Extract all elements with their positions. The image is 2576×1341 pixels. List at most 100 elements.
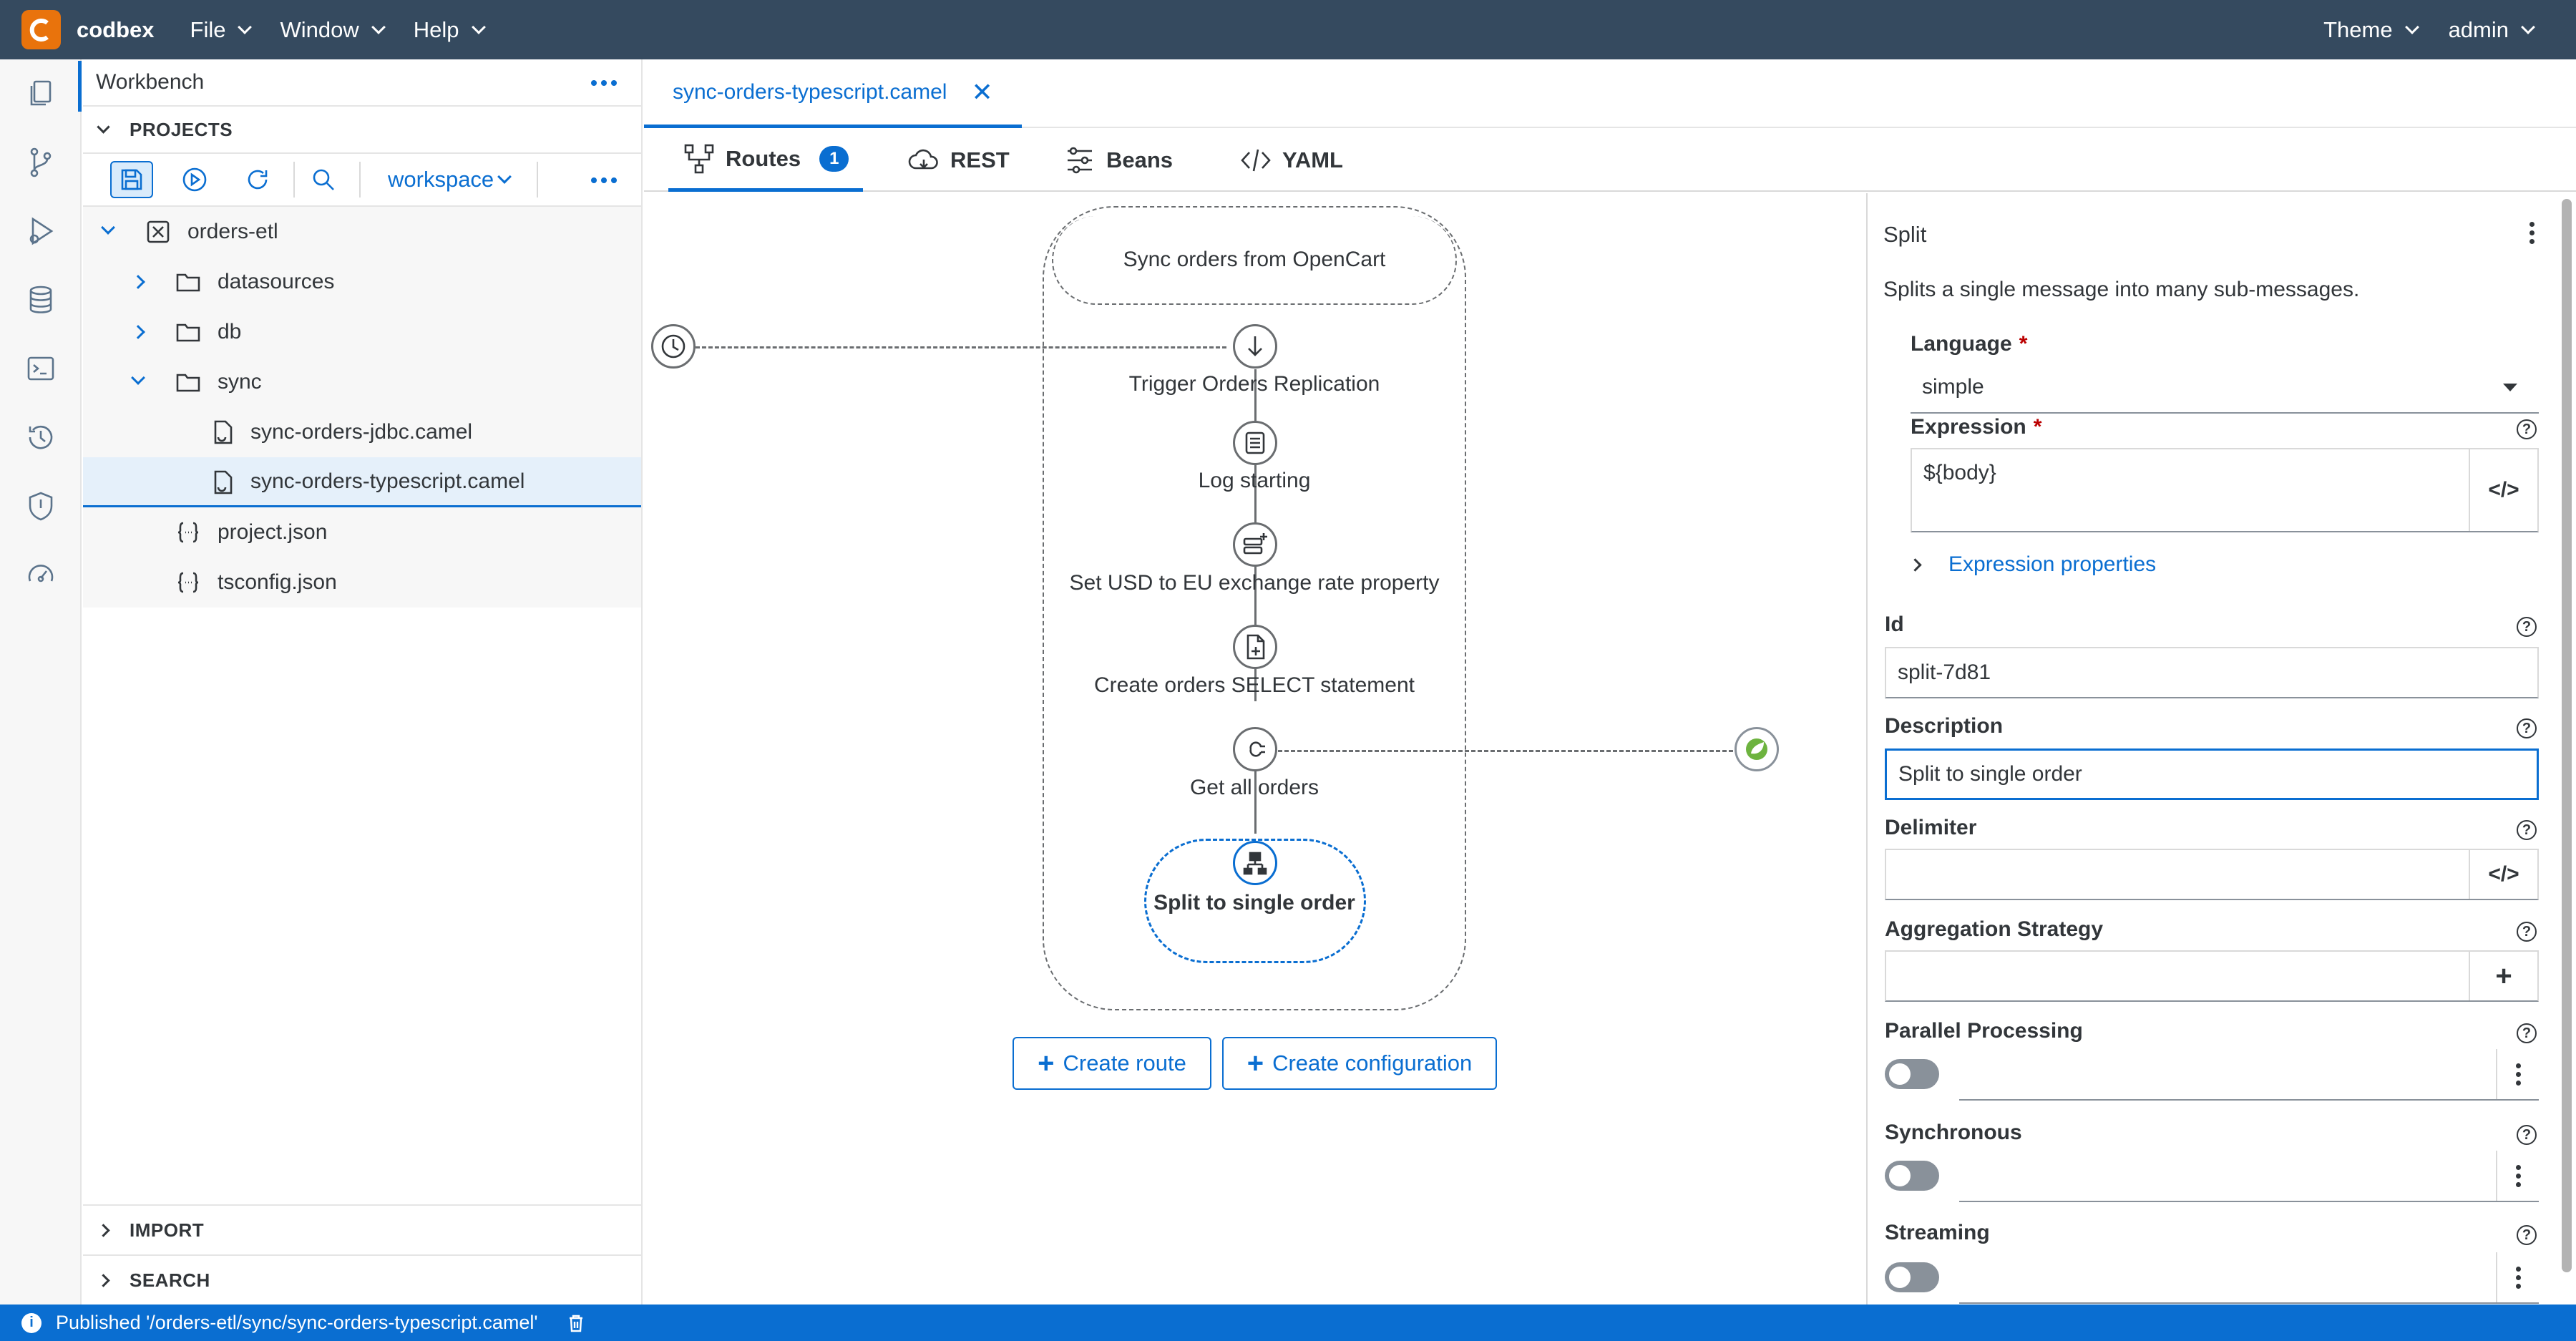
tab-beans[interactable]: Beans [1049, 129, 1187, 192]
create-route-button[interactable]: + Create route [1013, 1037, 1211, 1090]
help-icon[interactable]: ? [2517, 1023, 2537, 1043]
import-section-header[interactable]: IMPORT [83, 1204, 641, 1254]
search-section-header[interactable]: SEARCH [83, 1254, 641, 1305]
required-mark: * [2033, 415, 2042, 439]
more-options-vertical-icon[interactable] [2529, 222, 2534, 244]
step-label: Trigger Orders Replication [1128, 372, 1380, 396]
info-icon: i [21, 1312, 42, 1333]
more-options-vertical-icon[interactable] [2496, 1252, 2539, 1302]
more-options-vertical-icon[interactable] [2496, 1151, 2539, 1201]
terminal-icon[interactable] [21, 349, 60, 388]
theme-menu[interactable]: Theme [2323, 16, 2419, 43]
step-node-split[interactable] [1233, 841, 1277, 885]
timer-node[interactable] [651, 324, 696, 369]
route-canvas[interactable]: Sync orders from OpenCart Trigger Orders… [644, 193, 1868, 1305]
expression-properties-toggle[interactable]: Expression properties [1908, 552, 2156, 577]
add-icon[interactable]: + [2469, 952, 2537, 1000]
tab-yaml[interactable]: YAML [1225, 129, 1357, 192]
create-configuration-button[interactable]: + Create configuration [1222, 1037, 1497, 1090]
close-icon[interactable]: ✕ [971, 77, 992, 107]
files-icon[interactable] [21, 74, 82, 113]
menu-help[interactable]: Help [414, 17, 486, 43]
speedometer-icon[interactable] [21, 555, 60, 594]
help-icon[interactable]: ? [2517, 1125, 2537, 1145]
step-node-get-orders[interactable] [1233, 727, 1277, 771]
routes-icon [684, 144, 714, 173]
help-icon[interactable]: ? [2517, 718, 2537, 738]
properties-panel: Split Splits a single message into many … [1869, 193, 2576, 1305]
tree-item-tsconfig-json[interactable]: tsconfig.json [83, 557, 641, 608]
editor-tab-sync-orders-typescript[interactable]: sync-orders-typescript.camel ✕ [644, 59, 1022, 128]
chevron-down-icon [371, 19, 386, 34]
expression-input[interactable]: ${body} </> [1911, 448, 2539, 532]
help-icon[interactable]: ? [2517, 617, 2537, 637]
properties-scrollbar[interactable] [2562, 199, 2572, 1272]
help-icon[interactable]: ? [2517, 1225, 2537, 1245]
refresh-icon[interactable] [236, 161, 279, 198]
help-icon[interactable]: ? [2517, 419, 2537, 439]
routes-count-badge: 1 [819, 145, 849, 172]
tree-item-db[interactable]: db [83, 307, 641, 357]
codbex-logo-icon[interactable] [21, 10, 61, 49]
chevron-right-icon[interactable] [131, 325, 145, 339]
code-editor-icon[interactable]: </> [2469, 850, 2537, 899]
tree-item-project-json[interactable]: project.json [83, 507, 641, 557]
tab-rest[interactable]: REST [893, 129, 1024, 192]
language-value: simple [1922, 375, 1984, 399]
code-editor-icon[interactable]: </> [2469, 449, 2537, 531]
tree-item-orders-etl[interactable]: orders-etl [83, 207, 641, 257]
parallel-processing-expression[interactable] [1959, 1049, 2539, 1101]
step-node-trigger[interactable] [1233, 324, 1277, 369]
tree-item-sync-orders-jdbc[interactable]: sync-orders-jdbc.camel [83, 407, 641, 457]
workspace-select[interactable]: workspace [388, 167, 512, 192]
help-icon[interactable]: ? [2517, 820, 2537, 840]
delimiter-input[interactable]: </> [1885, 849, 2539, 900]
tree-item-sync-orders-typescript[interactable]: sync-orders-typescript.camel [83, 457, 641, 507]
step-node-set-property[interactable] [1233, 522, 1277, 567]
user-menu[interactable]: admin [2448, 16, 2535, 43]
chevron-right-icon[interactable] [131, 275, 145, 289]
chevron-down-icon[interactable] [101, 220, 115, 235]
aggregation-strategy-label: Aggregation Strategy [1885, 917, 2104, 941]
description-label: Description [1885, 714, 2004, 738]
run-icon[interactable] [173, 161, 216, 198]
database-icon[interactable] [21, 281, 60, 319]
tab-routes[interactable]: Routes 1 [668, 129, 864, 192]
synchronous-expression[interactable] [1959, 1151, 2539, 1202]
description-input[interactable]: Split to single order [1885, 748, 2539, 800]
help-icon[interactable]: ? [2517, 922, 2537, 942]
search-icon[interactable] [302, 161, 345, 198]
parallel-processing-toggle[interactable] [1885, 1059, 1939, 1089]
route-title[interactable]: Sync orders from OpenCart [1052, 216, 1457, 305]
step-node-select-statement[interactable] [1233, 625, 1277, 669]
projects-section-header[interactable]: PROJECTS [83, 107, 641, 154]
streaming-toggle[interactable] [1885, 1262, 1939, 1292]
more-options-icon[interactable] [591, 177, 617, 183]
chevron-down-icon[interactable] [131, 371, 145, 385]
tree-item-sync[interactable]: sync [83, 357, 641, 407]
save-icon[interactable] [110, 161, 153, 198]
menu-window[interactable]: Window [280, 17, 386, 43]
history-icon[interactable] [21, 418, 60, 457]
language-select[interactable]: simple [1911, 362, 2539, 414]
theme-menu-label: Theme [2323, 16, 2393, 42]
spring-endpoint-node[interactable] [1735, 727, 1779, 771]
more-options-icon[interactable] [591, 80, 617, 86]
external-connector [1278, 750, 1733, 752]
trash-icon[interactable] [567, 1313, 585, 1333]
security-shield-icon[interactable] [21, 487, 60, 525]
step-node-log[interactable] [1233, 421, 1277, 465]
user-menu-label: admin [2448, 16, 2509, 42]
streaming-expression[interactable] [1959, 1252, 2539, 1304]
expression-properties-link[interactable]: Expression properties [1948, 552, 2156, 577]
git-branch-icon[interactable] [21, 143, 60, 182]
more-options-vertical-icon[interactable] [2496, 1049, 2539, 1099]
tree-item-datasources[interactable]: datasources [83, 257, 641, 307]
aggregation-strategy-input[interactable]: + [1885, 950, 2539, 1002]
id-input[interactable]: split-7d81 [1885, 647, 2539, 698]
chevron-down-icon [497, 170, 512, 184]
synchronous-toggle[interactable] [1885, 1161, 1939, 1191]
debug-run-icon[interactable] [21, 212, 60, 250]
menu-file[interactable]: File [190, 17, 253, 43]
project-tree: orders-etl datasources db sync sync-orde… [83, 207, 641, 608]
